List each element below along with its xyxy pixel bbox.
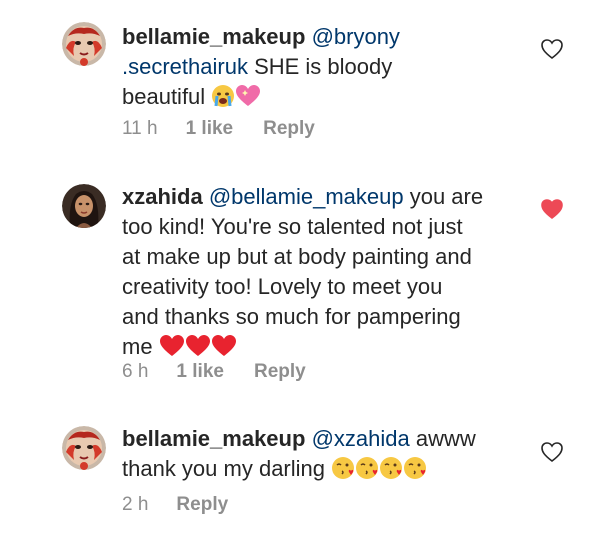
comment-mention-continued[interactable]: .secrethairuk [122,54,248,79]
kissing-face-emoji [331,456,355,488]
avatar[interactable] [62,22,106,66]
comment-body: you are [403,184,484,209]
comment-body-line: and thanks so much for pampering [122,304,461,329]
comment-username[interactable]: bellamie_makeup [122,24,305,49]
comment-body-line: me [122,334,153,359]
comment-body-line: beautiful [122,84,206,109]
comment-time: 2 h [122,494,149,515]
comment-username[interactable]: xzahida [122,184,203,209]
reply-button[interactable]: Reply [176,494,228,516]
sparkling-heart-emoji [235,84,261,116]
comment-meta: 6 h 1 like Reply [122,361,306,383]
comment-body-line: creativity too! Lovely to meet you [122,274,443,299]
comment-username[interactable]: bellamie_makeup [122,426,305,451]
reply-button[interactable]: Reply [254,361,306,383]
comment-body-line: too kind! You're so talented not just [122,214,463,239]
comment-likes[interactable]: 1 like [186,118,234,140]
heart-filled-icon[interactable] [540,198,564,220]
comment-body: SHE is bloody [247,54,393,79]
kissing-face-emoji [403,456,427,488]
kissing-face-emoji [355,456,379,488]
crying-face-emoji [211,84,235,116]
comment-meta: 11 h 1 like Reply [122,118,315,140]
comment-body-line: at make up but at body painting and [122,244,472,269]
kissing-face-emoji [379,456,403,488]
comment-time: 11 h [122,118,158,139]
comment-mention[interactable]: @bellamie_makeup [209,184,404,209]
heart-outline-icon[interactable] [540,441,564,463]
comment-body-line: thank you my darling [122,456,325,481]
comment-meta: 2 h Reply [122,494,228,516]
comment-likes[interactable]: 1 like [176,361,224,383]
comment-time: 6 h [122,361,149,382]
avatar[interactable] [62,184,106,228]
heart-outline-icon[interactable] [540,38,564,60]
avatar[interactable] [62,426,106,470]
comment-body: awww [409,426,476,451]
comment-text: bellamie_makeup @bryony .secrethairuk SH… [122,22,522,116]
comment-mention[interactable]: @bryony [312,24,400,49]
reply-button[interactable]: Reply [263,118,315,140]
comment-text: xzahida @bellamie_makeup you are too kin… [122,182,522,366]
comment-text: bellamie_makeup @xzahida awww thank you … [122,424,522,488]
comment-mention[interactable]: @xzahida [312,426,410,451]
